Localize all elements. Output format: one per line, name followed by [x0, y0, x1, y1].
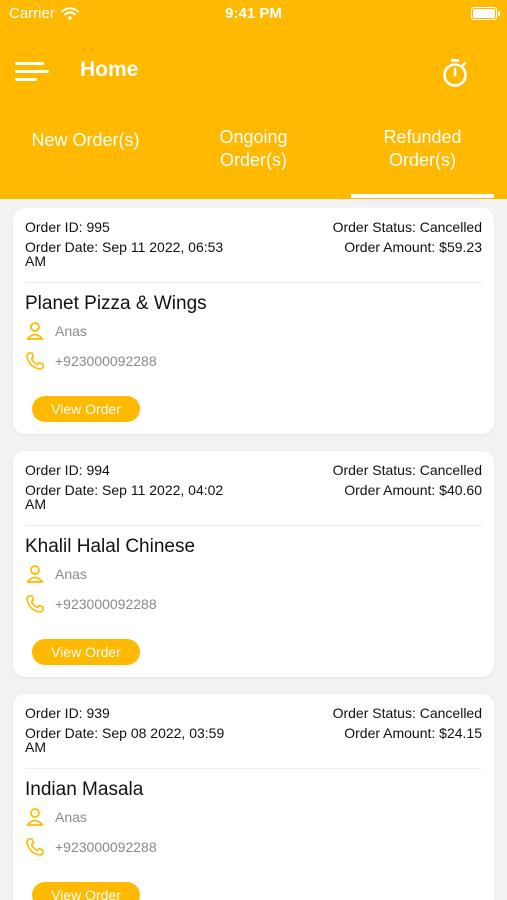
view-order-button[interactable]: View Order — [32, 396, 140, 422]
order-amount: Order Amount: $40.60 — [344, 482, 482, 498]
tab-refunded-orders[interactable]: Refunded Order(s) — [351, 126, 494, 172]
tab-ongoing-orders[interactable]: Ongoing Order(s) — [182, 126, 325, 172]
header: Carrier 9:41 PM Home New Order(s) Ongoin… — [0, 0, 507, 199]
tab-new-orders-label: New Order(s) — [31, 130, 140, 150]
order-date: Order Date: Sep 11 2022, 06:53 — [25, 239, 224, 255]
phone-line: +923000092288 — [25, 351, 157, 371]
page-title: Home — [80, 58, 139, 81]
order-date-suffix: AM — [25, 739, 46, 755]
phone-icon — [26, 595, 44, 613]
customer-line: Anas — [25, 564, 87, 584]
phone-line: +923000092288 — [25, 594, 157, 614]
view-order-button[interactable]: View Order — [32, 639, 140, 665]
phone-line: +923000092288 — [25, 837, 157, 857]
customer-line: Anas — [25, 321, 87, 341]
restaurant-name: Indian Masala — [25, 779, 144, 800]
divider — [25, 525, 482, 526]
order-amount: Order Amount: $24.15 — [344, 725, 482, 741]
order-id: Order ID: 994 — [25, 462, 110, 478]
restaurant-name: Khalil Halal Chinese — [25, 536, 196, 557]
order-date: Order Date: Sep 11 2022, 04:02 — [25, 482, 224, 498]
phone-number[interactable]: +923000092288 — [55, 596, 157, 612]
customer-line: Anas — [25, 807, 87, 827]
hamburger-icon[interactable] — [15, 60, 49, 84]
active-tab-indicator — [351, 194, 494, 198]
order-status: Order Status: Cancelled — [332, 462, 482, 478]
order-status: Order Status: Cancelled — [332, 219, 482, 235]
user-icon — [26, 808, 44, 826]
order-date: Order Date: Sep 08 2022, 03:59 — [25, 725, 225, 741]
user-icon — [26, 565, 44, 583]
phone-number[interactable]: +923000092288 — [55, 353, 157, 369]
view-order-button[interactable]: View Order — [32, 882, 140, 900]
order-tabs: New Order(s) Ongoing Order(s) Refunded O… — [0, 120, 507, 199]
customer-name: Anas — [55, 566, 87, 582]
phone-icon — [26, 838, 44, 856]
order-card[interactable]: Order ID: 995 Order Status: Cancelled Or… — [13, 208, 494, 434]
customer-name: Anas — [55, 809, 87, 825]
order-id: Order ID: 995 — [25, 219, 110, 235]
tab-refunded-label-line1: Refunded — [383, 127, 462, 147]
phone-number[interactable]: +923000092288 — [55, 839, 157, 855]
order-amount: Order Amount: $59.23 — [344, 239, 482, 255]
order-card[interactable]: Order ID: 939 Order Status: Cancelled Or… — [13, 694, 494, 900]
battery-icon — [471, 7, 500, 20]
order-date-suffix: AM — [25, 253, 46, 269]
tab-ongoing-label-line2: Order(s) — [220, 150, 287, 170]
divider — [25, 282, 482, 283]
divider — [25, 768, 482, 769]
tab-ongoing-label-line1: Ongoing — [219, 127, 288, 147]
tab-new-orders[interactable]: New Order(s) — [14, 129, 157, 152]
customer-name: Anas — [55, 323, 87, 339]
phone-icon — [26, 352, 44, 370]
app-screen: Carrier 9:41 PM Home New Order(s) Ongoin… — [0, 0, 507, 900]
status-time: 9:41 PM — [225, 5, 282, 22]
status-bar: Carrier 9:41 PM — [0, 0, 507, 30]
order-date-suffix: AM — [25, 496, 46, 512]
order-status: Order Status: Cancelled — [332, 705, 482, 721]
order-id: Order ID: 939 — [25, 705, 110, 721]
stopwatch-icon[interactable] — [441, 58, 469, 88]
user-icon — [26, 322, 44, 340]
tab-refunded-label-line2: Order(s) — [389, 150, 456, 170]
restaurant-name: Planet Pizza & Wings — [25, 293, 207, 314]
order-card[interactable]: Order ID: 994 Order Status: Cancelled Or… — [13, 451, 494, 677]
